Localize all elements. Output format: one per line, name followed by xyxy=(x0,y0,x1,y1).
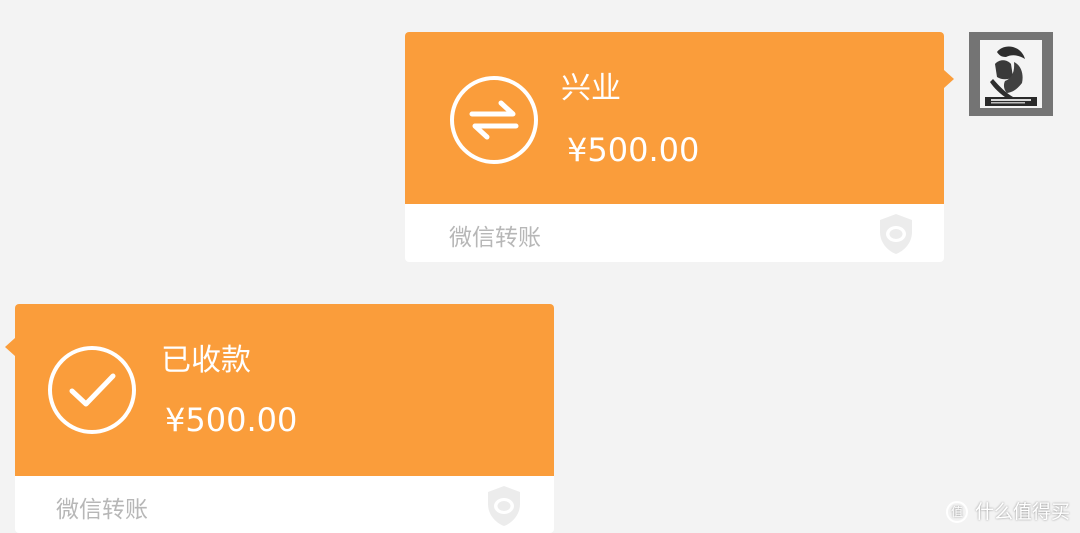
smzdm-logo-icon: 值 xyxy=(945,501,968,523)
avatar[interactable] xyxy=(969,32,1053,116)
wechat-shield-icon xyxy=(488,486,520,526)
transfer-amount: ¥500.00 xyxy=(567,131,700,169)
transfer-title: 兴业 xyxy=(561,71,621,106)
checkmark-icon xyxy=(48,346,136,434)
transfer-message-bubble-sent[interactable]: 兴业 ¥500.00 微信转账 xyxy=(405,32,954,262)
avatar-image xyxy=(969,32,1053,116)
received-title: 已收款 xyxy=(161,343,251,378)
svg-text:值: 值 xyxy=(951,504,963,519)
bubble-tail-left xyxy=(5,338,15,356)
received-amount: ¥500.00 xyxy=(165,401,298,439)
watermark-text: 什么值得买 xyxy=(974,501,1070,523)
transfer-arrows-icon xyxy=(450,76,538,164)
watermark: 值 什么值得买 xyxy=(945,500,1070,524)
wechat-transfer-label: 微信转账 xyxy=(56,497,148,523)
wechat-transfer-label: 微信转账 xyxy=(449,225,541,251)
wechat-shield-icon xyxy=(880,214,912,254)
transfer-message-bubble-received[interactable]: 已收款 ¥500.00 微信转账 xyxy=(5,304,554,533)
bubble-tail-right xyxy=(944,70,954,88)
